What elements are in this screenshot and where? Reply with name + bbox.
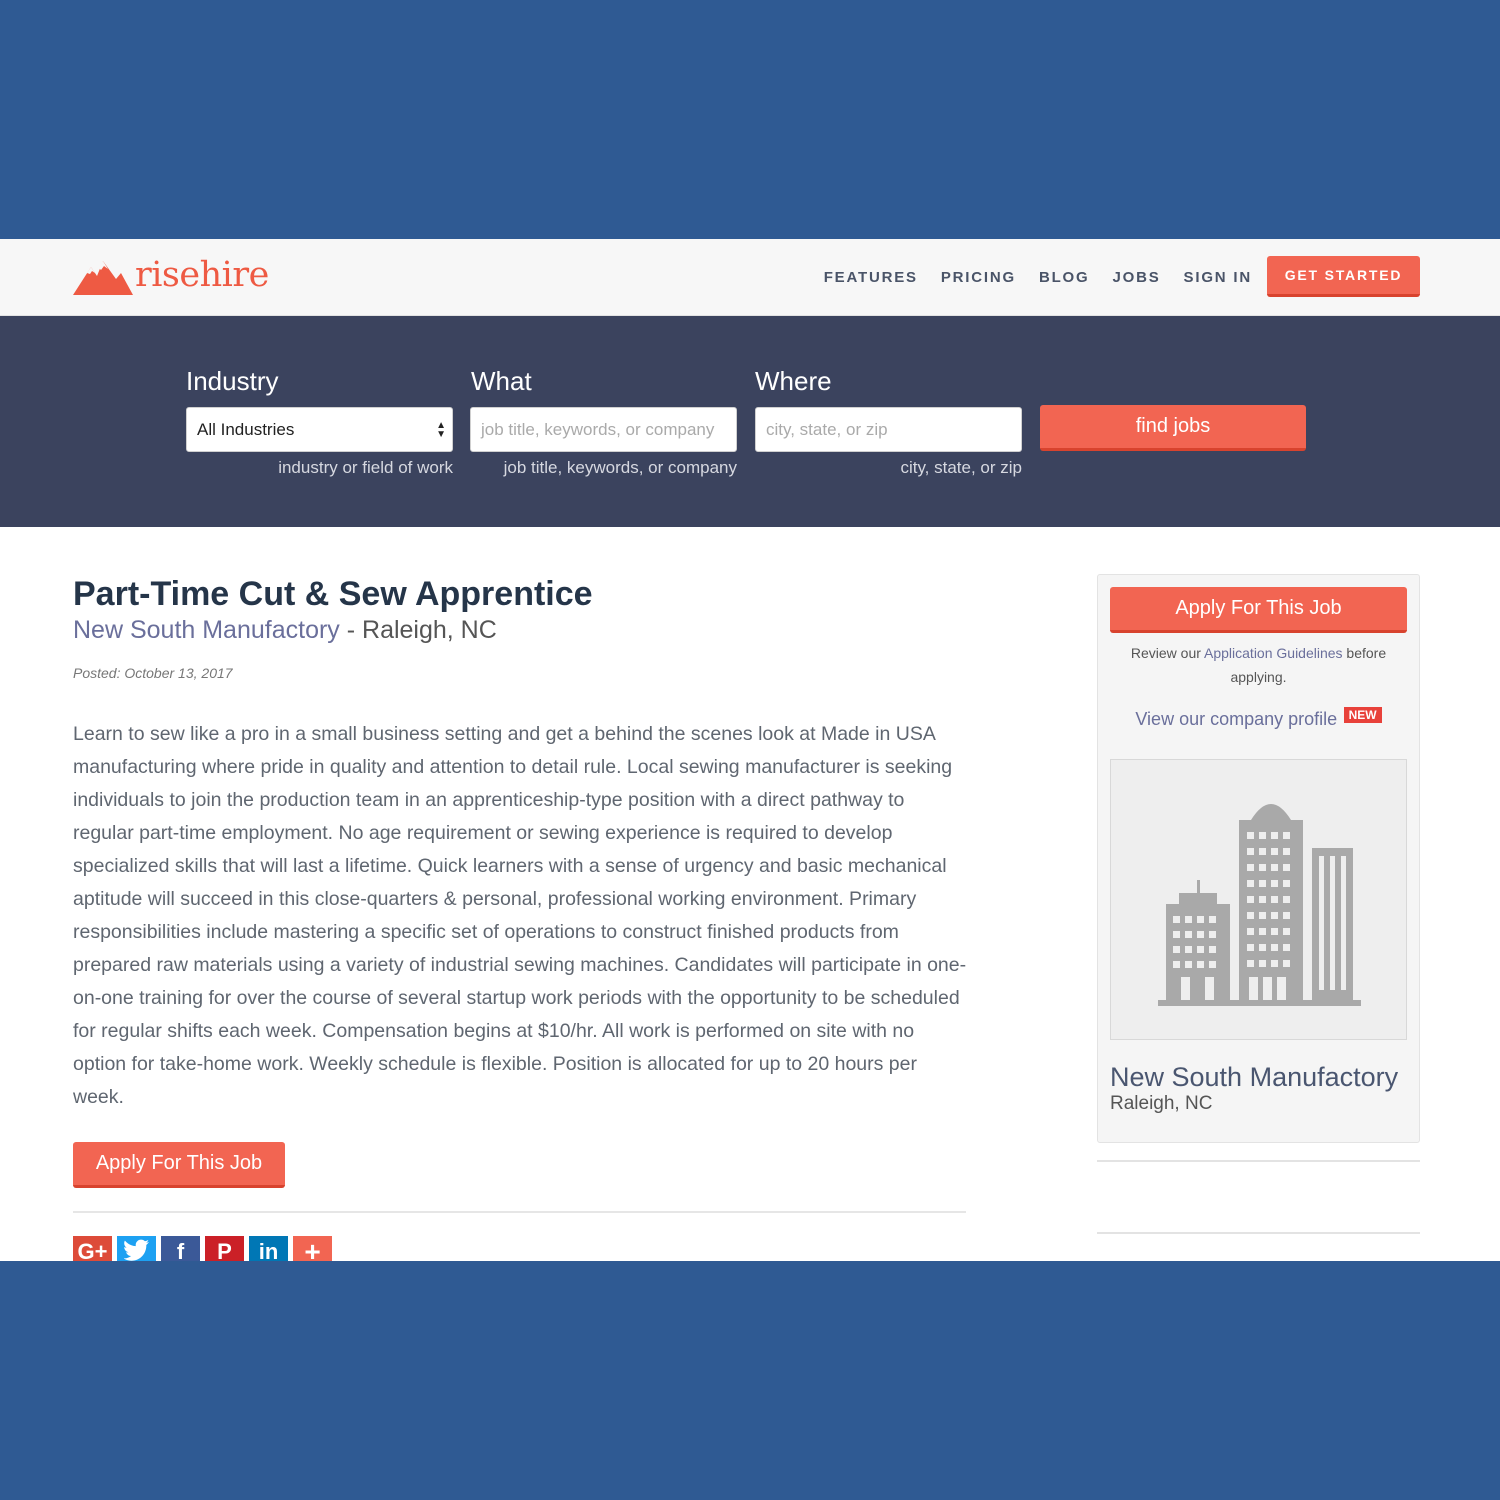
nav-pricing[interactable]: PRICING [941, 269, 1016, 286]
sidebar-company-location: Raleigh, NC [1110, 1093, 1213, 1114]
more-share-icon[interactable]: + [293, 1236, 332, 1261]
job-location: Raleigh, NC [362, 616, 497, 644]
what-input[interactable]: job title, keywords, or company [470, 407, 737, 452]
sidebar-divider [1097, 1160, 1420, 1162]
share-buttons: G+ f P in + [73, 1236, 337, 1261]
divider [73, 1211, 966, 1213]
review-prefix: Review our [1130, 645, 1205, 661]
where-input[interactable]: city, state, or zip [755, 407, 1022, 452]
nav-blog[interactable]: BLOG [1039, 269, 1090, 286]
twitter-icon[interactable] [117, 1236, 156, 1261]
application-guidelines-link[interactable]: Application Guidelines [1204, 645, 1343, 661]
nav-features[interactable]: FEATURES [824, 269, 918, 286]
company-link[interactable]: New South Manufactory [73, 616, 340, 644]
industry-hint: industry or field of work [278, 458, 453, 477]
subtitle-separator: - [339, 616, 363, 644]
what-hint: job title, keywords, or company [503, 458, 737, 477]
nav-sign-in[interactable]: SIGN IN [1184, 269, 1252, 286]
industry-selected-value: All Industries [197, 419, 295, 439]
what-label: What [471, 366, 532, 396]
pinterest-icon[interactable]: P [205, 1236, 244, 1261]
mountain-logo-icon [73, 261, 133, 295]
job-search-bar: Industry What Where All Industries ▲ ▼ jo… [0, 316, 1500, 527]
select-arrows-icon: ▲ ▼ [436, 420, 446, 440]
main-nav: FEATURES PRICING BLOG JOBS SIGN IN [801, 239, 1252, 316]
company-profile-link[interactable]: View our company profile [1135, 709, 1337, 729]
top-navbar: risehire FEATURES PRICING BLOG JOBS SIGN… [0, 239, 1500, 316]
sidebar-apply-button[interactable]: Apply For This Job [1110, 587, 1407, 633]
sidebar-company-name[interactable]: New South Manufactory [1110, 1062, 1398, 1093]
industry-select[interactable]: All Industries ▲ ▼ [186, 407, 453, 452]
job-title: Part-Time Cut & Sew Apprentice [73, 575, 593, 613]
nav-jobs[interactable]: JOBS [1112, 269, 1160, 286]
job-description: Learn to sew like a pro in a small busin… [73, 723, 967, 1108]
what-placeholder: job title, keywords, or company [481, 419, 715, 439]
company-logo-placeholder [1110, 759, 1407, 1040]
app-screen: risehire FEATURES PRICING BLOG JOBS SIGN… [0, 239, 1500, 1261]
sidebar-divider [1097, 1232, 1420, 1234]
industry-label: Industry [186, 366, 279, 396]
find-jobs-button[interactable]: find jobs [1040, 405, 1306, 451]
where-label: Where [755, 366, 832, 396]
job-subtitle: New South Manufactory - Raleigh, NC [73, 616, 497, 645]
facebook-icon[interactable]: f [161, 1236, 200, 1261]
new-badge: NEW [1343, 707, 1382, 723]
company-sidebar: Apply For This Job Review our Applicatio… [1097, 574, 1420, 1143]
linkedin-icon[interactable]: in [249, 1236, 288, 1261]
where-hint: city, state, or zip [900, 458, 1022, 477]
brand-logo[interactable]: risehire [73, 255, 269, 299]
application-note: Review our Application Guidelines before… [1110, 641, 1407, 689]
posted-date: Posted: October 13, 2017 [73, 665, 233, 681]
google-plus-icon[interactable]: G+ [73, 1236, 112, 1261]
company-profile-row: View our company profile NEW [1098, 707, 1419, 730]
building-icon [1158, 804, 1361, 1006]
brand-name: risehire [135, 254, 269, 295]
get-started-button[interactable]: GET STARTED [1267, 256, 1420, 297]
apply-button[interactable]: Apply For This Job [73, 1142, 285, 1188]
where-placeholder: city, state, or zip [766, 419, 888, 439]
